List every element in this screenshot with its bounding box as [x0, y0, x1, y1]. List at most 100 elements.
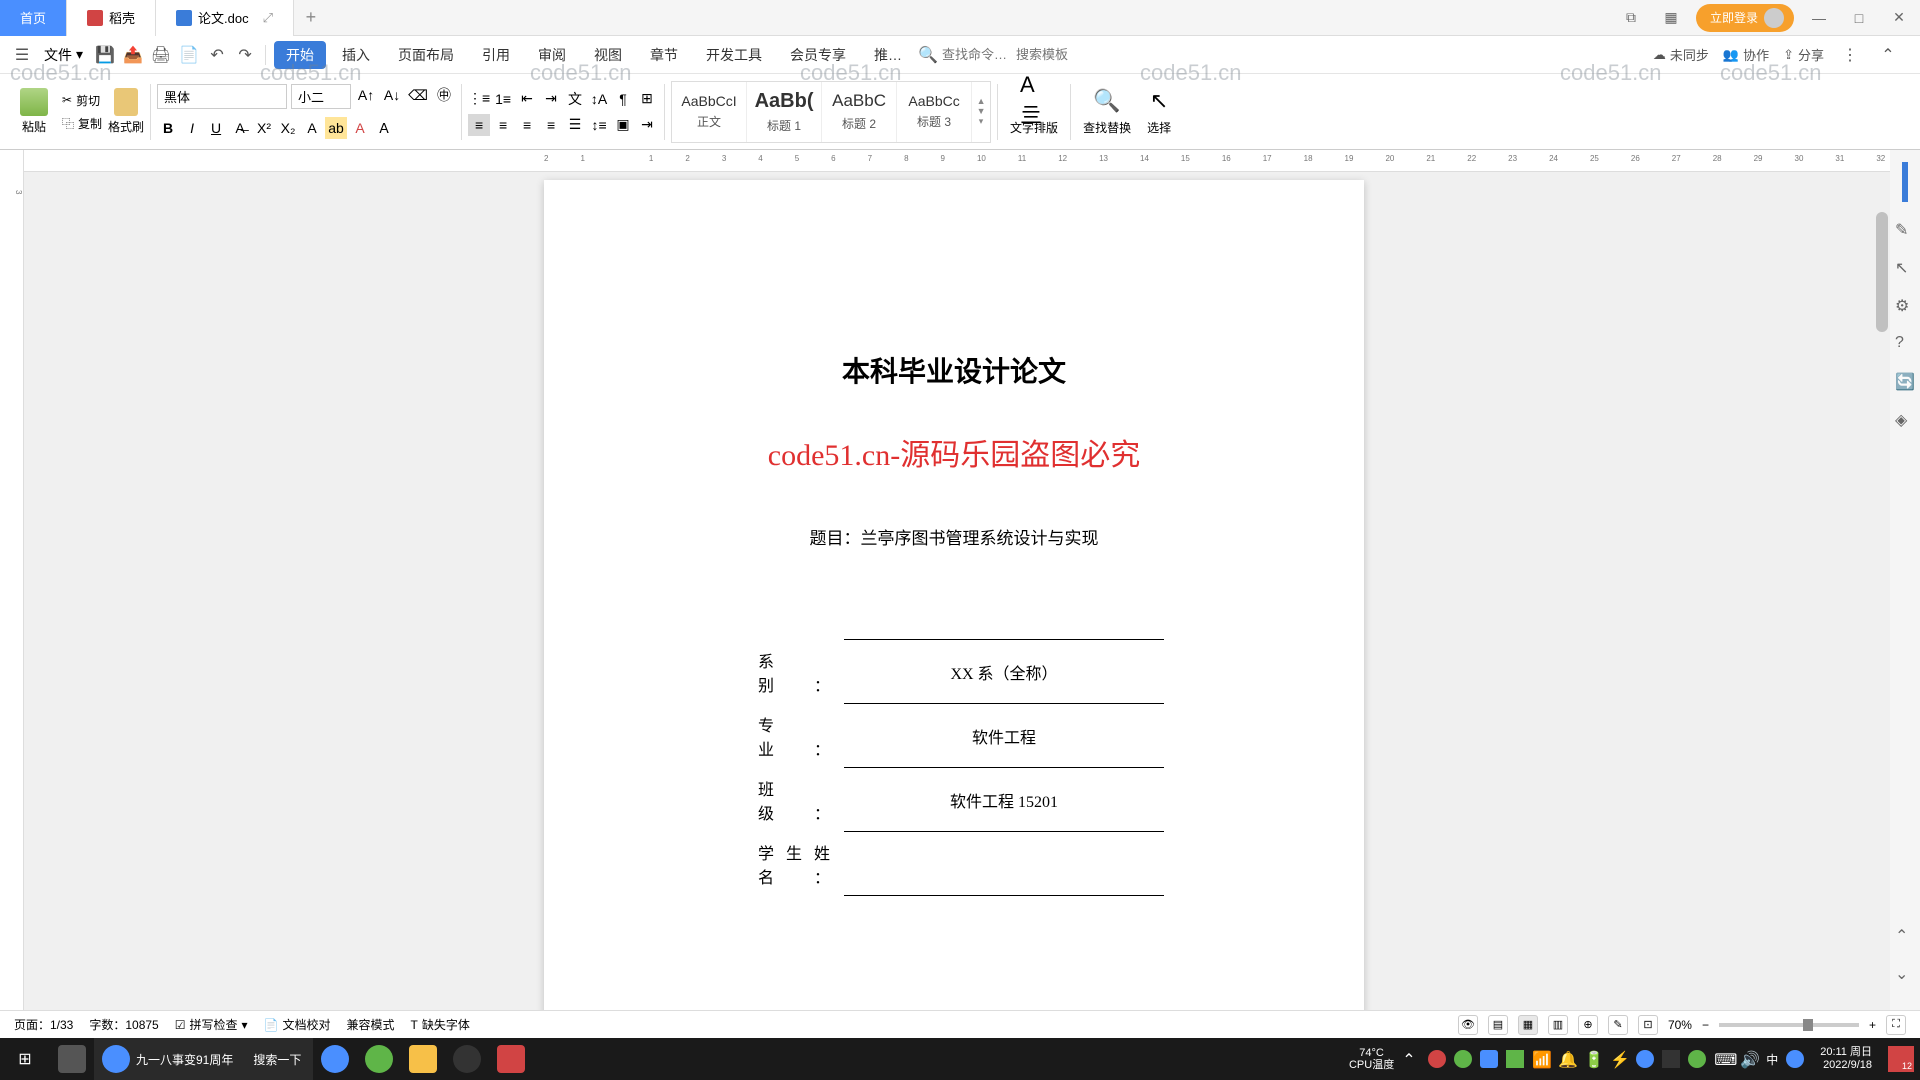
pen-icon[interactable]: ✎	[1895, 220, 1915, 240]
menu-tab-review[interactable]: 审阅	[526, 41, 578, 69]
sort-button[interactable]: ↕A	[588, 88, 610, 110]
zoom-slider[interactable]	[1719, 1023, 1859, 1027]
print-icon[interactable]: 🖨	[149, 43, 173, 67]
close-button[interactable]: ✕	[1884, 3, 1914, 33]
tray-shield-icon[interactable]	[1506, 1050, 1524, 1068]
taskbar-explorer[interactable]	[401, 1038, 445, 1080]
web-view-icon[interactable]: ⊕	[1578, 1015, 1598, 1035]
menu-tab-view[interactable]: 视图	[582, 41, 634, 69]
bullet-list-button[interactable]: ⋮≡	[468, 88, 490, 110]
text-layout-button[interactable]: A亖文字排版	[1004, 87, 1064, 136]
style-heading2[interactable]: AaBbC标题 2	[822, 82, 897, 142]
side-panel-handle[interactable]	[1902, 162, 1908, 202]
horizontal-ruler[interactable]: 2112345678910111213141516171819202122232…	[24, 150, 1890, 172]
tab-home[interactable]: 首页	[0, 0, 67, 36]
number-list-button[interactable]: 1≡	[492, 88, 514, 110]
layout-icon[interactable]: ⧉	[1616, 3, 1646, 33]
tray-wifi-icon[interactable]: 📶	[1532, 1050, 1550, 1068]
read-view-icon[interactable]: ▤	[1488, 1015, 1508, 1035]
tray-bluetooth-icon[interactable]	[1636, 1050, 1654, 1068]
collab-button[interactable]: 👥协作	[1723, 45, 1769, 64]
sliders-icon[interactable]: ⚙	[1895, 296, 1915, 316]
bold-button[interactable]: B	[157, 117, 179, 139]
notification-button[interactable]: 12	[1888, 1046, 1914, 1072]
find-replace-button[interactable]: 🔍查找替换	[1077, 87, 1137, 136]
align-center-button[interactable]: ≡	[492, 114, 514, 136]
font-size-select[interactable]: 小二	[291, 84, 351, 109]
tab-popout-icon[interactable]: ⤢	[263, 10, 273, 26]
diamond-icon[interactable]: ◈	[1895, 410, 1915, 430]
cursor-icon[interactable]: ↖	[1895, 258, 1915, 278]
borders-button[interactable]: ⊞	[636, 88, 658, 110]
underline-button[interactable]: U	[205, 117, 227, 139]
text-effects-button[interactable]: A	[301, 117, 323, 139]
highlight-button[interactable]: ab	[325, 117, 347, 139]
maximize-button[interactable]: □	[1844, 3, 1874, 33]
cell-label[interactable]: 学生姓名：	[744, 832, 844, 896]
scroll-up-icon[interactable]: ⌃	[1895, 926, 1915, 946]
doc-title[interactable]: 本科毕业设计论文	[624, 350, 1284, 390]
menu-tab-insert[interactable]: 插入	[330, 41, 382, 69]
document-area[interactable]: 2112345678910111213141516171819202122232…	[24, 150, 1890, 1022]
menu-tab-start[interactable]: 开始	[274, 41, 326, 69]
phonetic-icon[interactable]: ㊥	[433, 84, 455, 106]
decrease-font-icon[interactable]: A↓	[381, 84, 403, 106]
cell-value[interactable]: 软件工程 15201	[844, 768, 1164, 832]
zoom-label[interactable]: 70%	[1668, 1018, 1692, 1032]
style-heading1[interactable]: AaBb(标题 1	[747, 82, 822, 142]
increase-indent-button[interactable]: ⇥	[540, 88, 562, 110]
help-icon[interactable]: ?	[1895, 334, 1915, 354]
tray-bell-icon[interactable]: 🔔	[1558, 1050, 1576, 1068]
page-canvas[interactable]: 本科毕业设计论文 code51.cn-源码乐园盗图必究 题目：兰亭序图书管理系统…	[544, 180, 1364, 1022]
undo-icon[interactable]: ↶	[205, 43, 229, 67]
search-command-input[interactable]	[942, 47, 1012, 62]
apps-icon[interactable]: ▦	[1656, 3, 1686, 33]
fullscreen-icon[interactable]: ⛶	[1886, 1015, 1906, 1035]
new-tab-button[interactable]: +	[294, 7, 329, 28]
tray-power-icon[interactable]: ⚡	[1610, 1050, 1628, 1068]
menu-tab-more[interactable]: 推…	[862, 41, 914, 69]
clock[interactable]: 20:11 周日 2022/9/18	[1812, 1046, 1880, 1072]
menu-tab-member[interactable]: 会员专享	[778, 41, 858, 69]
print-view-icon[interactable]: ▦	[1518, 1015, 1538, 1035]
line-spacing-button[interactable]: ↕≡	[588, 114, 610, 136]
italic-button[interactable]: I	[181, 117, 203, 139]
search-command[interactable]: 🔍	[918, 45, 1012, 65]
tray-app-icon[interactable]	[1662, 1050, 1680, 1068]
align-left-button[interactable]: ≡	[468, 114, 490, 136]
save-icon[interactable]: 💾	[93, 43, 117, 67]
taskbar-wps[interactable]	[489, 1038, 533, 1080]
word-count[interactable]: 字数：10875	[89, 1016, 158, 1033]
taskbar-search[interactable]: 搜索一下	[241, 1038, 313, 1080]
proofread-button[interactable]: 📄文档校对	[264, 1016, 331, 1033]
tab-document[interactable]: 论文.doc ⤢	[156, 0, 294, 36]
cell-label[interactable]: 班 级：	[744, 768, 844, 832]
style-scroll-up-icon[interactable]: ▲	[977, 96, 986, 106]
style-gallery[interactable]: AaBbCcI正文 AaBb(标题 1 AaBbC标题 2 AaBbCc标题 3…	[671, 81, 991, 143]
style-scroll-down-icon[interactable]: ▼	[977, 106, 986, 116]
menu-tab-references[interactable]: 引用	[470, 41, 522, 69]
spell-check-toggle[interactable]: ☑拼写检查▾	[175, 1016, 248, 1033]
tray-app-icon[interactable]	[1428, 1050, 1446, 1068]
zoom-in-button[interactable]: +	[1869, 1018, 1876, 1032]
asian-layout-button[interactable]: 文	[564, 88, 586, 110]
format-brush-button[interactable]: 格式刷	[108, 88, 144, 135]
distribute-button[interactable]: ☰	[564, 114, 586, 136]
zoom-out-button[interactable]: −	[1702, 1018, 1709, 1032]
zoom-thumb[interactable]	[1803, 1019, 1813, 1031]
tray-app-icon[interactable]	[1454, 1050, 1472, 1068]
paste-button[interactable]: 粘贴	[20, 88, 48, 135]
taskbar-cortana[interactable]	[50, 1038, 94, 1080]
search-template-input[interactable]	[1016, 47, 1096, 62]
font-color-button[interactable]: A	[349, 117, 371, 139]
tray-volume-icon[interactable]: 🔊	[1740, 1050, 1758, 1068]
taskbar-app2[interactable]	[445, 1038, 489, 1080]
select-button[interactable]: ↖选择	[1139, 87, 1179, 136]
superscript-button[interactable]: X²	[253, 117, 275, 139]
print-preview-icon[interactable]: 📄	[177, 43, 201, 67]
hamburger-icon[interactable]: ☰	[10, 43, 34, 67]
align-justify-button[interactable]: ≡	[540, 114, 562, 136]
tray-chevron-icon[interactable]: ⌃	[1402, 1050, 1420, 1068]
tray-app-icon[interactable]	[1786, 1050, 1804, 1068]
clear-format-icon[interactable]: ⌫	[407, 84, 429, 106]
